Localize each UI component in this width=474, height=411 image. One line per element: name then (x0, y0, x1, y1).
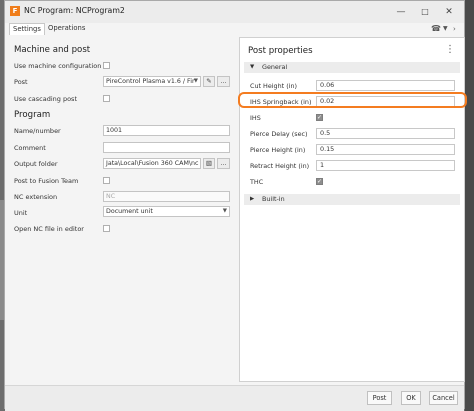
pierce-delay-input[interactable]: 0.5 (316, 128, 455, 139)
post-label: Post (14, 78, 28, 86)
chevron-down-icon: ▼ (222, 208, 227, 214)
post-library-button[interactable]: ... (217, 76, 230, 87)
ihs-checkbox[interactable]: ✓ (316, 114, 323, 121)
use-machine-configuration-checkbox[interactable] (103, 62, 110, 69)
post-select[interactable]: PireControl Plasma v1.6 / Fir ▼ (103, 76, 201, 87)
unit-select[interactable]: Document unit ▼ (103, 206, 230, 217)
background-window-edge (465, 0, 474, 411)
post-properties-title: Post properties (248, 46, 313, 56)
folder-icon: ▧ (205, 159, 213, 167)
post-properties-panel: Post properties ▼ General Cut Height (in… (239, 37, 465, 382)
nc-program-dialog: F NC Program: NCProgram2 — □ ✕ Settings … (4, 0, 467, 411)
general-group-label: General (262, 63, 288, 71)
pierce-height-input[interactable]: 0.15 (316, 144, 455, 155)
unit-label: Unit (14, 209, 28, 217)
edit-post-button[interactable]: ✎ (203, 76, 215, 87)
minimize-button[interactable]: — (389, 4, 413, 20)
open-nc-file-label: Open NC file in editor (14, 225, 84, 233)
program-heading: Program (14, 110, 51, 120)
expand-icon[interactable]: › (453, 23, 456, 35)
more-options-icon[interactable]: ⋮ (445, 44, 455, 55)
retract-height-input[interactable]: 1 (316, 160, 455, 171)
property-label: Pierce Delay (sec) (250, 130, 308, 138)
title-bar: F NC Program: NCProgram2 — □ ✕ (5, 1, 464, 23)
property-label: Cut Height (in) (250, 82, 298, 90)
browse-folder-button[interactable]: ▧ (203, 158, 215, 169)
post-select-value: PireControl Plasma v1.6 / Fir (106, 78, 195, 85)
use-machine-configuration-label: Use machine configuration (14, 62, 102, 70)
post-to-fusion-team-checkbox[interactable] (103, 177, 110, 184)
fusion-app-icon: F (10, 6, 20, 16)
output-folder-more-button[interactable]: ... (217, 158, 230, 169)
cut-height-input[interactable]: 0.06 (316, 80, 455, 91)
window-title: NC Program: NCProgram2 (24, 6, 125, 15)
tab-bar: Settings Operations (5, 23, 464, 35)
property-label: IHS (250, 114, 261, 122)
chevron-down-icon: ▼ (193, 78, 198, 84)
help-icon[interactable]: ☎ (431, 23, 441, 35)
nc-extension-label: NC extension (14, 193, 58, 201)
use-cascading-post-checkbox[interactable] (103, 95, 110, 102)
name-number-label: Name/number (14, 127, 61, 135)
unit-select-value: Document unit (106, 208, 153, 215)
comment-label: Comment (14, 144, 46, 152)
post-button[interactable]: Post (367, 391, 392, 405)
output-folder-input[interactable]: Jata\Local\Fusion 360 CAM\nc (103, 158, 201, 169)
ok-button[interactable]: OK (401, 391, 421, 405)
builtin-group-header[interactable]: ▶ Built-in (244, 194, 460, 205)
ihs-springback-highlight (238, 92, 467, 108)
thc-checkbox[interactable]: ✓ (316, 178, 323, 185)
property-label: Pierce Height (in) (250, 146, 306, 154)
left-settings-panel: Machine and post Use machine configurati… (8, 37, 236, 384)
close-button[interactable]: ✕ (437, 4, 461, 20)
property-label: THC (250, 178, 264, 186)
tab-operations[interactable]: Operations (45, 23, 88, 34)
name-number-input[interactable]: 1001 (103, 125, 230, 136)
builtin-group-label: Built-in (262, 195, 285, 203)
help-dropdown-icon[interactable]: ▼ (443, 23, 448, 35)
use-cascading-post-label: Use cascading post (14, 95, 77, 103)
open-nc-file-checkbox[interactable] (103, 225, 110, 232)
machine-and-post-heading: Machine and post (14, 45, 91, 55)
chevron-right-icon: ▶ (250, 196, 255, 202)
tab-settings[interactable]: Settings (9, 23, 45, 35)
property-label: Retract Height (in) (250, 162, 310, 170)
pencil-icon: ✎ (206, 77, 212, 85)
maximize-button[interactable]: □ (413, 4, 437, 20)
cancel-button[interactable]: Cancel (429, 391, 458, 405)
dialog-footer: Post OK Cancel (5, 385, 464, 411)
general-group-header[interactable]: ▼ General (244, 62, 460, 73)
nc-extension-input[interactable]: NC (103, 191, 230, 202)
comment-input[interactable] (103, 142, 230, 153)
post-to-fusion-team-label: Post to Fusion Team (14, 177, 79, 185)
output-folder-label: Output folder (14, 160, 58, 168)
chevron-down-icon: ▼ (250, 64, 255, 70)
